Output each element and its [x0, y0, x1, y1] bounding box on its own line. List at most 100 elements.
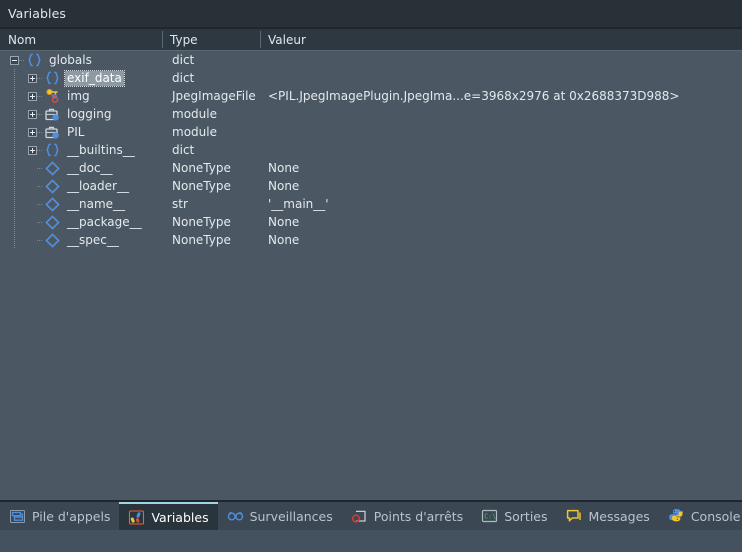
variables-tree[interactable]: globals dict exif_data dict img JpegImageFile… [0, 51, 742, 500]
variable-value[interactable]: None [260, 159, 742, 177]
tree-connector [19, 59, 25, 61]
variable-type: str [172, 197, 188, 211]
variable-value[interactable] [260, 69, 742, 87]
table-row[interactable]: __loader__ NoneType None [0, 177, 742, 195]
variable-name[interactable]: __name__ [65, 197, 127, 212]
tab-pile-d-appels[interactable]: Pile d'appels [0, 502, 119, 530]
tab-points-d-arr-ts[interactable]: Points d'arrêts [342, 502, 472, 530]
variable-type: dict [172, 71, 195, 85]
table-row[interactable]: img JpegImageFile <PIL.JpegImagePlugin.Jpe… [0, 87, 742, 105]
tab-label: Surveillances [249, 508, 333, 524]
module-icon [44, 106, 61, 122]
output-icon: C:\ [481, 508, 498, 525]
tab-variables[interactable]: Variables [119, 502, 218, 530]
table-row[interactable]: PIL module [0, 123, 742, 141]
variable-name[interactable]: exif_data [64, 69, 125, 87]
tab-label: Variables [151, 509, 209, 525]
column-header-type[interactable]: Type [162, 29, 260, 50]
variable-value[interactable]: None [260, 213, 742, 231]
tree-guide-line [14, 87, 15, 105]
variable-type: NoneType [172, 179, 231, 193]
variable-value[interactable] [260, 123, 742, 141]
panel-titlebar: Variables [0, 0, 742, 27]
tree-connector [37, 167, 43, 169]
variable-value[interactable] [260, 51, 742, 69]
cell-nom[interactable]: logging [0, 105, 162, 123]
cell-nom[interactable]: __doc__ [0, 159, 162, 177]
column-header-nom[interactable]: Nom [0, 29, 162, 50]
variable-value[interactable]: '__main__' [260, 195, 742, 213]
cell-nom[interactable]: __spec__ [0, 231, 162, 249]
tab-messages[interactable]: Messages [557, 502, 659, 530]
variable-value[interactable]: None [260, 231, 742, 249]
cell-nom[interactable]: exif_data [0, 69, 162, 87]
tab-console-python[interactable]: Console Python [659, 502, 742, 530]
table-row[interactable]: exif_data dict [0, 69, 742, 87]
cell-nom[interactable]: __name__ [0, 195, 162, 213]
cell-nom[interactable]: __loader__ [0, 177, 162, 195]
variable-name[interactable]: __loader__ [65, 179, 131, 194]
cell-nom[interactable]: globals [0, 51, 162, 69]
variable-type: NoneType [172, 215, 231, 229]
variable-name[interactable]: globals [47, 53, 94, 68]
call-stack-icon [9, 508, 26, 525]
variable-name[interactable]: img [65, 89, 92, 104]
cell-nom[interactable]: img [0, 87, 162, 105]
table-row[interactable]: globals dict [0, 51, 742, 69]
tab-surveillances[interactable]: Surveillances [218, 502, 342, 530]
messages-icon [566, 508, 583, 525]
variable-type: NoneType [172, 233, 231, 247]
tree-connector [37, 203, 43, 205]
column-header-row: Nom Type Valeur [0, 29, 742, 51]
variable-value[interactable] [260, 105, 742, 123]
svg-text:C:\: C:\ [484, 513, 496, 521]
braces-icon [44, 142, 61, 158]
table-row[interactable]: __builtins__ dict [0, 141, 742, 159]
tab-label: Points d'arrêts [373, 508, 464, 524]
tree-guide-line [14, 231, 15, 249]
cell-nom[interactable]: PIL [0, 123, 162, 141]
variable-type: module [172, 125, 217, 139]
variable-name[interactable]: __package__ [65, 215, 144, 230]
panel-title: Variables [8, 6, 67, 21]
tree-guide-line [14, 159, 15, 177]
variable-type: NoneType [172, 161, 231, 175]
expand-toggle-collapsed[interactable] [28, 91, 37, 101]
table-row[interactable]: __package__ NoneType None [0, 213, 742, 231]
variable-name[interactable]: __builtins__ [65, 143, 137, 158]
diamond-icon [44, 232, 61, 248]
variables-panel: Variables Nom Type Valeur globals dict exi… [0, 0, 742, 552]
table-row[interactable]: __spec__ NoneType None [0, 231, 742, 249]
variable-type: JpegImageFile [172, 89, 256, 103]
tree-guide-line [14, 195, 15, 213]
variable-value[interactable]: None [260, 177, 742, 195]
variable-name[interactable]: logging [65, 107, 113, 122]
variable-name[interactable]: PIL [65, 125, 86, 140]
variable-type: dict [172, 143, 195, 157]
breakpoints-icon [351, 508, 368, 525]
module-icon [44, 124, 61, 140]
table-row[interactable]: __name__ str '__main__' [0, 195, 742, 213]
bottom-strip [0, 530, 742, 552]
variable-name[interactable]: __spec__ [65, 233, 121, 248]
debug-tabbar[interactable]: Pile d'appels Variables Surveillances Point… [0, 502, 742, 530]
table-row[interactable]: logging module [0, 105, 742, 123]
expand-toggle-collapsed[interactable] [28, 73, 37, 83]
python-icon [668, 508, 685, 525]
tab-sorties[interactable]: C:\ Sorties [472, 502, 556, 530]
column-header-valeur[interactable]: Valeur [260, 29, 742, 50]
expand-toggle-expanded[interactable] [10, 55, 19, 65]
variables-icon [128, 509, 145, 526]
cell-nom[interactable]: __builtins__ [0, 141, 162, 159]
variable-value[interactable]: <PIL.JpegImagePlugin.JpegIma...e=3968x29… [260, 87, 742, 105]
expand-toggle-collapsed[interactable] [28, 145, 37, 155]
watches-icon [227, 508, 244, 525]
variable-value[interactable] [260, 141, 742, 159]
expand-toggle-collapsed[interactable] [28, 127, 37, 137]
diamond-icon [44, 196, 61, 212]
table-row[interactable]: __doc__ NoneType None [0, 159, 742, 177]
expand-toggle-collapsed[interactable] [28, 109, 37, 119]
cell-nom[interactable]: __package__ [0, 213, 162, 231]
variable-name[interactable]: __doc__ [65, 161, 115, 176]
